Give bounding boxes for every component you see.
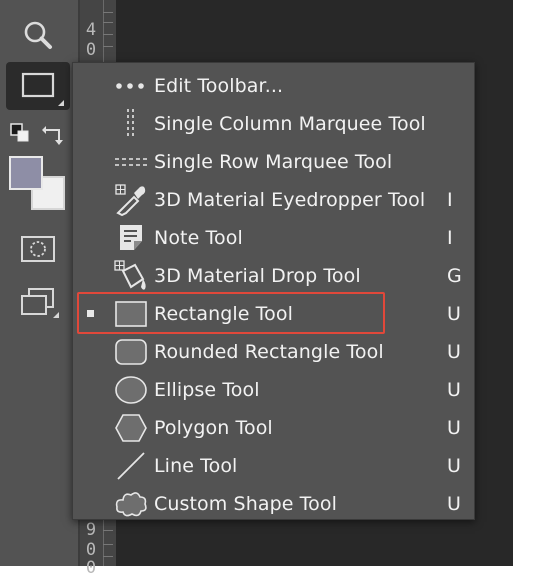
single-column-marquee-icon xyxy=(113,105,149,143)
menu-item-single-column-marquee[interactable]: Single Column Marquee Tool xyxy=(73,105,474,143)
screen-mode-icon[interactable] xyxy=(19,286,61,324)
menu-item-shortcut: U xyxy=(447,417,461,439)
ruler-digit: 4 xyxy=(85,20,97,40)
menu-item-label: Single Row Marquee Tool xyxy=(154,151,393,173)
menu-item-shortcut: U xyxy=(447,341,461,363)
magnifier-icon xyxy=(21,19,55,53)
menu-item-label: Edit Toolbar... xyxy=(154,75,284,97)
menu-item-note-tool[interactable]: Note Tool I xyxy=(73,219,474,257)
menu-item-shortcut: I xyxy=(447,227,453,249)
custom-shape-icon xyxy=(113,485,149,523)
ruler-tick xyxy=(103,544,113,545)
note-icon xyxy=(113,219,149,257)
quick-mask-icon[interactable] xyxy=(20,234,58,268)
menu-item-label: Line Tool xyxy=(154,455,238,477)
ruler-tick xyxy=(103,12,113,13)
shape-tool-icon-wrap[interactable] xyxy=(6,62,70,110)
menu-item-label: Single Column Marquee Tool xyxy=(154,113,426,135)
menu-item-shortcut: I xyxy=(447,189,453,211)
ruler-tick xyxy=(103,556,113,557)
menu-item-3d-material-eyedropper[interactable]: 3D Material Eyedropper Tool I xyxy=(73,181,474,219)
menu-item-custom-shape-tool[interactable]: Custom Shape Tool U xyxy=(73,485,474,523)
ruler-tick xyxy=(103,22,113,23)
ruler-digit: 9 xyxy=(85,520,97,540)
menu-item-shortcut: U xyxy=(447,455,461,477)
polygon-icon xyxy=(113,409,149,447)
ruler-tick xyxy=(103,46,113,47)
ruler-tick xyxy=(103,34,113,35)
single-row-marquee-icon xyxy=(113,143,149,181)
menu-item-single-row-marquee[interactable]: Single Row Marquee Tool xyxy=(73,143,474,181)
menu-item-label: 3D Material Eyedropper Tool xyxy=(154,189,426,211)
menu-item-label: 3D Material Drop Tool xyxy=(154,265,361,287)
menu-item-polygon-tool[interactable]: Polygon Tool U xyxy=(73,409,474,447)
ruler-tick xyxy=(103,530,113,531)
menu-item-ellipse-tool[interactable]: Ellipse Tool U xyxy=(73,371,474,409)
swap-arrows-icon[interactable] xyxy=(42,122,66,150)
default-colors-icon[interactable] xyxy=(10,123,30,147)
menu-item-label: Note Tool xyxy=(154,227,243,249)
line-icon xyxy=(113,447,149,485)
zoom-tool-button[interactable] xyxy=(6,14,70,58)
menu-item-shortcut: U xyxy=(447,303,461,325)
menu-item-3d-material-drop[interactable]: 3D Material Drop Tool G xyxy=(73,257,474,295)
ruler-digit: 0 xyxy=(85,40,97,60)
menu-item-label: Rounded Rectangle Tool xyxy=(154,341,384,363)
foreground-color-swatch[interactable] xyxy=(9,156,43,190)
menu-item-edit-toolbar[interactable]: Edit Toolbar... xyxy=(73,67,474,105)
menu-item-line-tool[interactable]: Line Tool U xyxy=(73,447,474,485)
menu-item-shortcut: U xyxy=(447,493,461,515)
menu-item-shortcut: G xyxy=(447,265,462,287)
shape-tools-flyout-menu: Edit Toolbar... Single Column Marquee To… xyxy=(72,62,475,520)
rectangle-icon xyxy=(6,62,70,110)
ellipsis-icon xyxy=(113,67,149,105)
ruler-digit: 0 xyxy=(85,558,97,578)
menu-item-rounded-rectangle-tool[interactable]: Rounded Rectangle Tool U xyxy=(73,333,474,371)
ruler-digit: 0 xyxy=(85,540,97,560)
menu-item-label: Polygon Tool xyxy=(154,417,273,439)
rounded-rectangle-icon xyxy=(113,333,149,371)
ellipse-icon xyxy=(113,371,149,409)
eyedropper-3d-icon xyxy=(113,181,149,219)
paint-bucket-3d-icon xyxy=(113,257,149,295)
menu-item-label: Ellipse Tool xyxy=(154,379,260,401)
selection-highlight-box xyxy=(77,292,385,334)
menu-item-shortcut: U xyxy=(447,379,461,401)
menu-item-label: Custom Shape Tool xyxy=(154,493,337,515)
